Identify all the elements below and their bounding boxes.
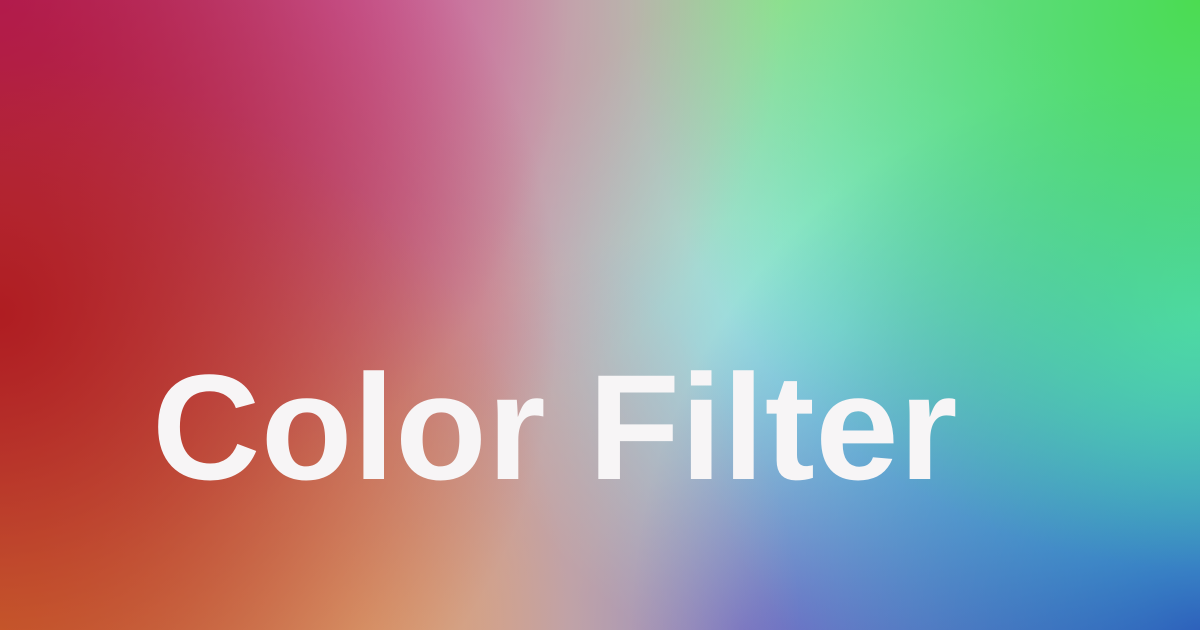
gradient-background: Color Filter [0,0,1200,630]
title-text: Color Filter [152,343,959,511]
